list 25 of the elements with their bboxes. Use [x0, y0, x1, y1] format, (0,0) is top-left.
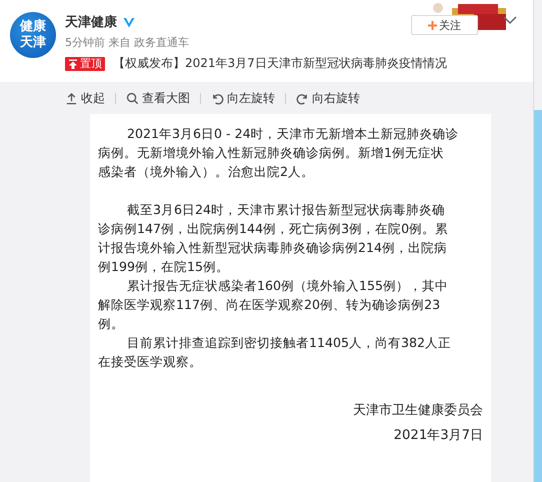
document-date: 2021年3月7日 [394, 427, 483, 444]
rotate-right-icon [296, 92, 309, 104]
toolbar-button[interactable]: 查看大图 [126, 90, 190, 106]
toolbar-button[interactable]: 向右旋转 [296, 90, 360, 106]
upload-icon [65, 92, 78, 104]
avatar-text: 天津 [20, 35, 46, 51]
avatar-text: 健康 [20, 19, 46, 35]
paragraph: 目前累计排查追踪到密切接触者11405人，尚有382人正 在接受医学观察。 [98, 334, 452, 371]
avatar[interactable]: 健康 天津 [10, 12, 56, 58]
follow-button[interactable]: 关注 [411, 15, 478, 35]
toolbar-button[interactable]: 收起 [65, 90, 105, 106]
paragraph: 2021年3月6日0 - 24时，天津市无新增本土新冠肺炎确诊 病例。无新增境外输入性新冠肺炎确诊病例。新增1例无症状 感染者（境外输入）。治愈出院2人。 [98, 125, 460, 181]
toolbar-button[interactable]: 向左旋转 [211, 90, 275, 106]
signature: 天津市卫生健康委员会 [353, 402, 483, 419]
paragraph: 截至3月6日24时，天津市累计报告新型冠状病毒肺炎确 诊病例147例，出院病例144例，死亡病例3例，在院0例。累 计报告境外输入性新型冠状病毒肺炎确诊病例214例，出院病 例199例，在院15例。 [98, 201, 450, 276]
author-name[interactable]: 天津健康 [65, 13, 117, 31]
pin-label: 置顶 [80, 56, 102, 71]
plus-icon [428, 20, 437, 30]
pin-icon [68, 58, 78, 68]
paragraph: 累计报告无症状感染者160例（境外输入155例），其中 解除医学观察117例、尚在医学观察20例、转为确诊病例23 例。 [98, 277, 450, 333]
chevron-down-icon[interactable] [503, 16, 517, 25]
post-title: 【权威发布】2021年3月7日天津市新型冠状病毒肺炎疫情情况 [113, 55, 447, 72]
search-icon [126, 92, 139, 104]
rotate-left-icon [211, 92, 224, 104]
post-meta: 5分钟前 来自 政务直通车 [65, 35, 190, 50]
